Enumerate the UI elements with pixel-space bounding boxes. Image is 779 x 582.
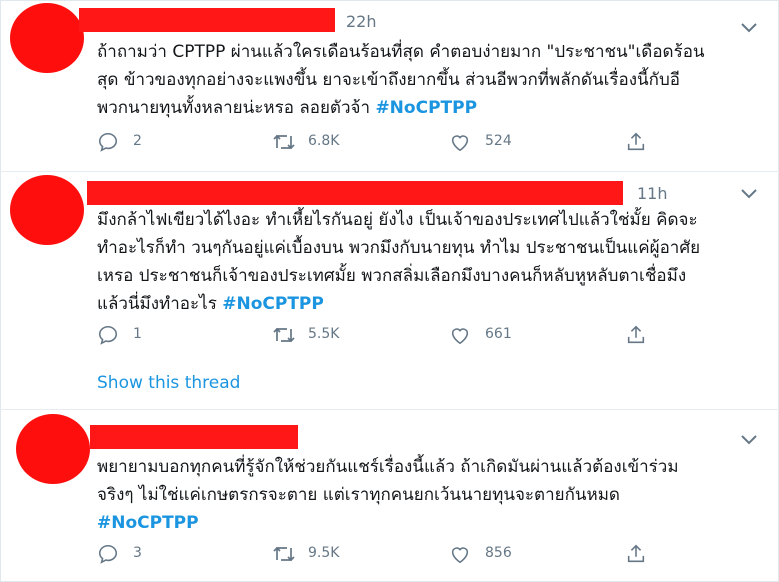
share-icon (627, 325, 645, 344)
avatar[interactable] (16, 414, 90, 484)
avatar[interactable] (10, 3, 84, 73)
reply-count: 1 (133, 326, 142, 342)
retweet-icon (273, 327, 295, 343)
tweet-text-line: ทำอะไรก็ทำ วนๆกันอยู่แค่เบื้องบน พวกมึงก… (97, 238, 701, 258)
share-icon (627, 132, 645, 151)
chevron-down-icon[interactable] (738, 20, 760, 36)
avatar[interactable] (10, 175, 84, 245)
hashtag-link[interactable]: #NoCPTPP (375, 98, 477, 118)
like-icon (451, 135, 469, 152)
tweet-text-line: #NoCPTPP (97, 509, 769, 537)
tweet-text-line: ถ้าถามว่า CPTPP ผ่านแล้วใครเดือนร้อนที่ส… (97, 42, 705, 62)
tweet-text-line: จริงๆ ไม่ใช่แค่เกษตรกรจะตาย แต่เราทุกคนย… (97, 485, 620, 505)
tweet-text-line-content: แล้วนี่มึงทำอะไร (97, 294, 217, 314)
like-count: 856 (485, 545, 512, 561)
share-button[interactable] (625, 131, 649, 155)
tweet-text: มึงกล้าไฟเขียวได้ไงอะ ทำเหี้ยไรกันอยู่ ย… (97, 206, 769, 318)
reply-button[interactable]: 3 (97, 543, 157, 567)
like-icon (451, 547, 469, 564)
like-button[interactable]: 524 (449, 131, 529, 155)
tweet-1[interactable]: 22h ถ้าถามว่า CPTPP ผ่านแล้วใครเดือนร้อน… (0, 0, 779, 170)
share-icon (627, 544, 645, 563)
reply-icon (98, 132, 118, 152)
tweet-timestamp[interactable]: 22h (346, 12, 377, 31)
chevron-down-icon[interactable] (738, 432, 760, 448)
redacted-username (87, 181, 623, 205)
reply-icon (98, 544, 118, 564)
tweet-text: ถ้าถามว่า CPTPP ผ่านแล้วใครเดือนร้อนที่ส… (97, 38, 769, 122)
hashtag-link[interactable]: #NoCPTPP (97, 513, 199, 533)
like-count: 661 (485, 326, 512, 342)
redacted-username (79, 8, 335, 32)
reply-button[interactable]: 2 (97, 131, 157, 155)
tweet-text-line: แล้วนี่มึงทำอะไร #NoCPTPP (97, 290, 769, 318)
retweet-count: 9.5K (308, 545, 340, 561)
retweet-count: 5.5K (308, 326, 340, 342)
retweet-icon (273, 134, 295, 150)
tweet-timestamp[interactable]: 11h (637, 184, 668, 203)
retweet-button[interactable]: 6.8K (272, 131, 352, 155)
tweet-text-line: สุด ข้าวของทุกอย่างจะแพงขึ้น ยาจะเข้าถึง… (97, 70, 680, 90)
tweet-text: พยายามบอกทุกคนที่รู้จักให้ช่วยกันแชร์เรื… (97, 453, 769, 537)
retweet-button[interactable]: 9.5K (272, 543, 352, 567)
retweet-count: 6.8K (308, 133, 340, 149)
redacted-username (90, 425, 298, 449)
reply-count: 2 (133, 133, 142, 149)
hashtag-link[interactable]: #NoCPTPP (222, 294, 324, 314)
chevron-down-icon[interactable] (738, 186, 760, 202)
tweet-text-line: เหรอ ประชาชนก็เจ้าของประเทศมั้ย พวกสลิ่ม… (97, 266, 687, 286)
like-button[interactable]: 661 (449, 324, 529, 348)
like-icon (451, 328, 469, 345)
tweet-text-line: พวกนายทุนทั้งหลายน่ะหรอ ลอยตัวจ้า #NoCPT… (97, 94, 769, 122)
tweet-text-line: มึงกล้าไฟเขียวได้ไงอะ ทำเหี้ยไรกันอยู่ ย… (97, 210, 698, 230)
like-button[interactable]: 856 (449, 543, 529, 567)
tweet-text-line: พยายามบอกทุกคนที่รู้จักให้ช่วยกันแชร์เรื… (97, 457, 679, 477)
reply-count: 3 (133, 545, 142, 561)
tweet-text-line-content: พวกนายทุนทั้งหลายน่ะหรอ ลอยตัวจ้า (97, 98, 371, 118)
retweet-button[interactable]: 5.5K (272, 324, 352, 348)
reply-button[interactable]: 1 (97, 324, 157, 348)
like-count: 524 (485, 133, 512, 149)
tweet-3[interactable]: พยายามบอกทุกคนที่รู้จักให้ช่วยกันแชร์เรื… (0, 410, 779, 580)
show-thread-link[interactable]: Show this thread (97, 373, 240, 393)
retweet-icon (273, 546, 295, 562)
reply-icon (98, 325, 118, 345)
share-button[interactable] (625, 324, 649, 348)
share-button[interactable] (625, 543, 649, 567)
